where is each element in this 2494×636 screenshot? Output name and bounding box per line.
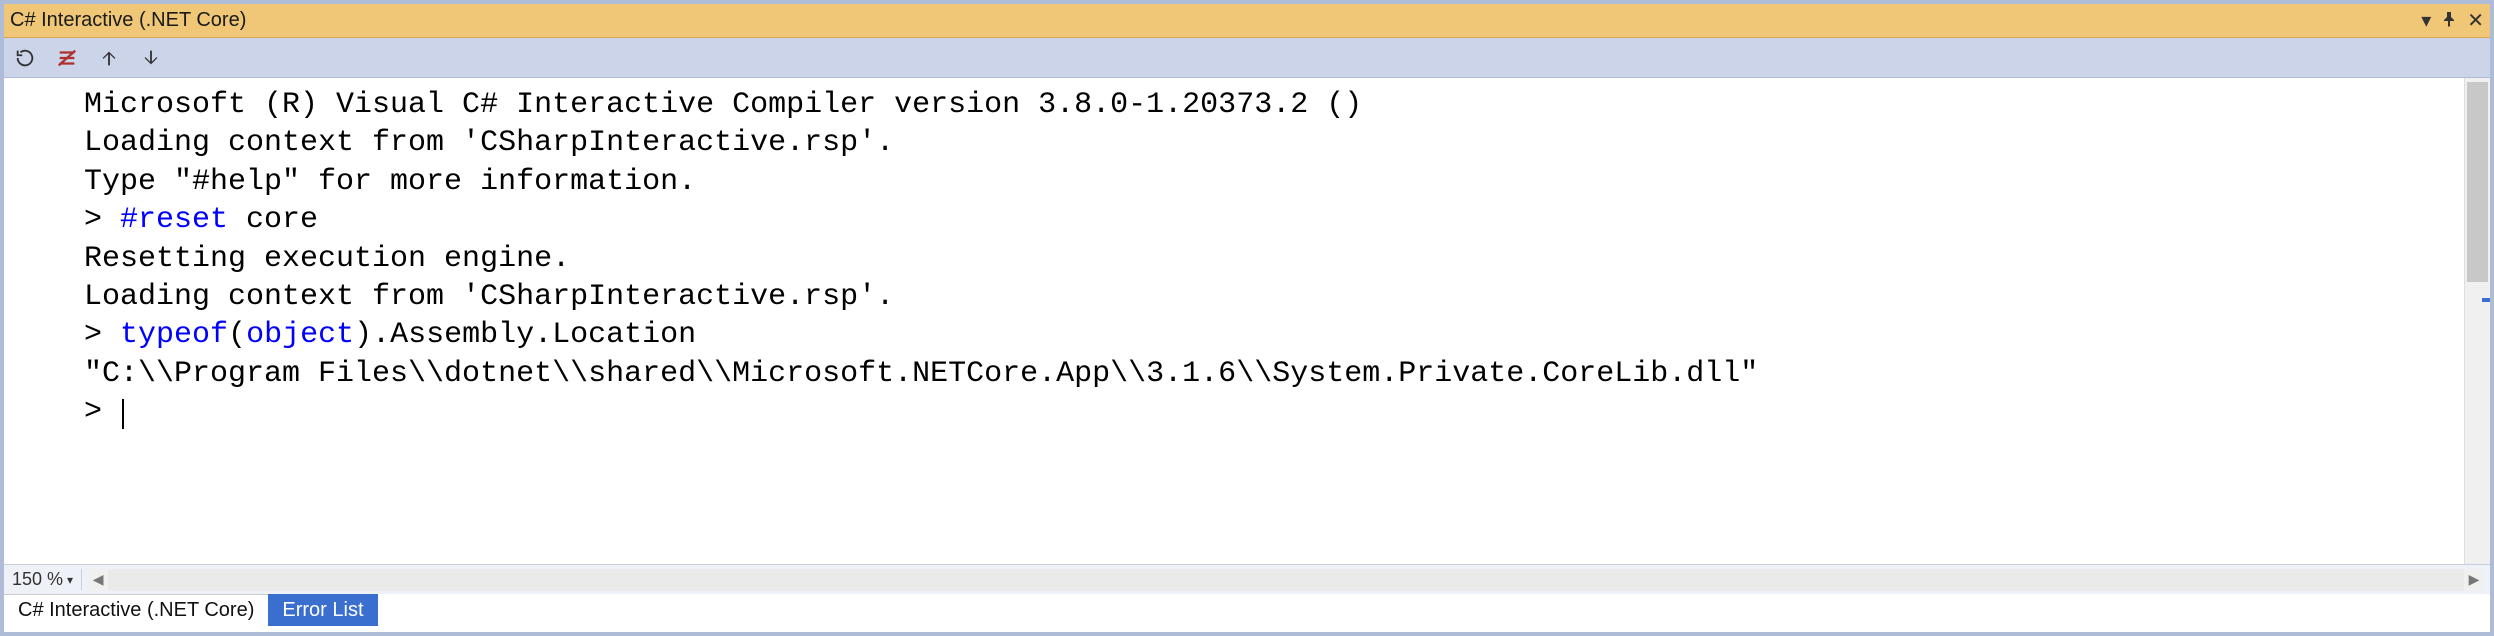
clear-button[interactable] — [56, 47, 78, 69]
history-next-button[interactable] — [140, 47, 162, 69]
horizontal-scrollbar[interactable]: ◀ ▶ — [88, 569, 2484, 591]
tab-csharp-interactive[interactable]: C# Interactive (.NET Core) — [4, 594, 268, 626]
reset-button[interactable] — [14, 47, 36, 69]
console-area: Microsoft (R) Visual C# Interactive Comp… — [4, 78, 2490, 564]
zoom-value: 150 % — [12, 569, 63, 590]
scrollbar-thumb[interactable] — [2467, 82, 2488, 282]
console-output[interactable]: Microsoft (R) Visual C# Interactive Comp… — [4, 78, 2464, 564]
tab-bar: C# Interactive (.NET Core) Error List — [4, 594, 2490, 626]
toolbar — [4, 38, 2490, 78]
zoom-control[interactable]: 150 % ▾ — [4, 569, 82, 590]
scroll-right-icon[interactable]: ▶ — [2464, 571, 2484, 588]
close-icon[interactable]: ✕ — [2467, 11, 2484, 31]
vertical-scrollbar[interactable] — [2464, 78, 2490, 564]
tab-label: C# Interactive (.NET Core) — [18, 599, 254, 622]
history-previous-button[interactable] — [98, 47, 120, 69]
window-title: C# Interactive (.NET Core) — [10, 9, 2421, 32]
scroll-left-icon[interactable]: ◀ — [88, 571, 108, 588]
pin-icon[interactable] — [2441, 11, 2457, 31]
tab-label: Error List — [282, 599, 363, 622]
tab-error-list[interactable]: Error List — [268, 594, 377, 626]
window-menu-dropdown-icon[interactable]: ▾ — [2421, 11, 2431, 31]
chevron-down-icon[interactable]: ▾ — [67, 573, 73, 587]
scrollbar-marker — [2482, 298, 2490, 302]
titlebar: C# Interactive (.NET Core) ▾ ✕ — [4, 4, 2490, 38]
window-controls: ▾ ✕ — [2421, 11, 2484, 31]
status-bar: 150 % ▾ ◀ ▶ — [4, 564, 2490, 594]
hscroll-track[interactable] — [108, 569, 2464, 591]
